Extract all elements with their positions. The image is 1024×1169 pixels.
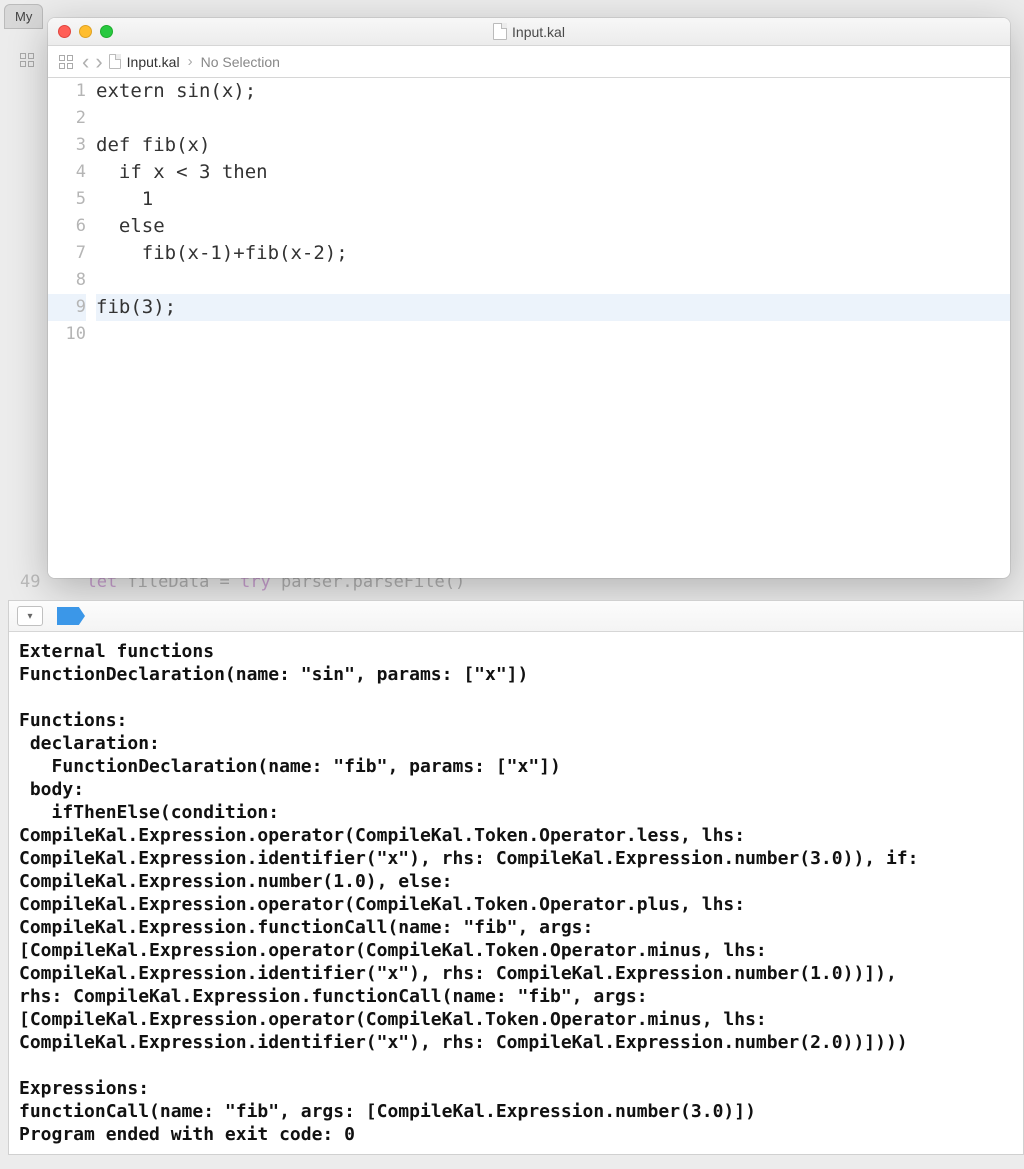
code-line[interactable]: extern sin(x); (96, 78, 1010, 105)
nav-forward-icon[interactable]: › (95, 51, 102, 73)
background-tab-label: My (15, 9, 32, 24)
gutter-line: 2 (48, 105, 86, 132)
code-line[interactable]: else (96, 213, 1010, 240)
code-line[interactable] (96, 321, 1010, 348)
editor-toolbar: ‹ › Input.kal › No Selection (48, 46, 1010, 78)
code-line[interactable] (96, 267, 1010, 294)
breadcrumb-file[interactable]: Input.kal (127, 54, 180, 70)
gutter-line: 10 (48, 321, 86, 348)
minimize-icon[interactable] (79, 25, 92, 38)
chevron-right-icon: › (188, 53, 193, 70)
gutter-line: 3 (48, 132, 86, 159)
console-output[interactable]: External functions FunctionDeclaration(n… (9, 632, 1023, 1154)
console-panel: ▾ External functions FunctionDeclaration… (8, 600, 1024, 1155)
left-spine (0, 40, 48, 80)
background-line-num: 49 (20, 572, 40, 592)
breadcrumb-selection[interactable]: No Selection (201, 54, 280, 70)
code-line[interactable]: fib(x-1)+fib(x-2); (96, 240, 1010, 267)
code-line[interactable]: def fib(x) (96, 132, 1010, 159)
console-filter-dropdown[interactable]: ▾ (17, 606, 43, 626)
nav-back-icon[interactable]: ‹ (82, 51, 89, 73)
gutter-line: 7 (48, 240, 86, 267)
breakpoint-arrow-icon[interactable] (57, 607, 85, 625)
code-line[interactable] (96, 105, 1010, 132)
window-title: Input.kal (48, 23, 1010, 40)
console-toolbar: ▾ (9, 601, 1023, 632)
background-tab[interactable]: My (4, 4, 43, 29)
traffic-lights (58, 25, 113, 38)
gutter-line: 4 (48, 159, 86, 186)
code-line[interactable]: fib(3); (96, 294, 1010, 321)
related-items-icon[interactable] (56, 52, 76, 72)
window-title-text: Input.kal (512, 24, 565, 40)
code-line[interactable]: 1 (96, 186, 1010, 213)
gutter: 12345678910 (48, 78, 96, 578)
grid-view-icon[interactable] (20, 53, 34, 67)
code-area[interactable]: 12345678910 extern sin(x); def fib(x) if… (48, 78, 1010, 578)
code-line[interactable]: if x < 3 then (96, 159, 1010, 186)
gutter-line: 6 (48, 213, 86, 240)
code-lines[interactable]: extern sin(x); def fib(x) if x < 3 then … (96, 78, 1010, 578)
titlebar[interactable]: Input.kal (48, 18, 1010, 46)
gutter-line: 9 (48, 294, 86, 321)
close-icon[interactable] (58, 25, 71, 38)
gutter-line: 1 (48, 78, 86, 105)
file-icon (493, 23, 507, 40)
gutter-line: 5 (48, 186, 86, 213)
gutter-line: 8 (48, 267, 86, 294)
file-icon (109, 54, 121, 69)
editor-window: Input.kal ‹ › Input.kal › No Selection 1… (48, 18, 1010, 578)
maximize-icon[interactable] (100, 25, 113, 38)
